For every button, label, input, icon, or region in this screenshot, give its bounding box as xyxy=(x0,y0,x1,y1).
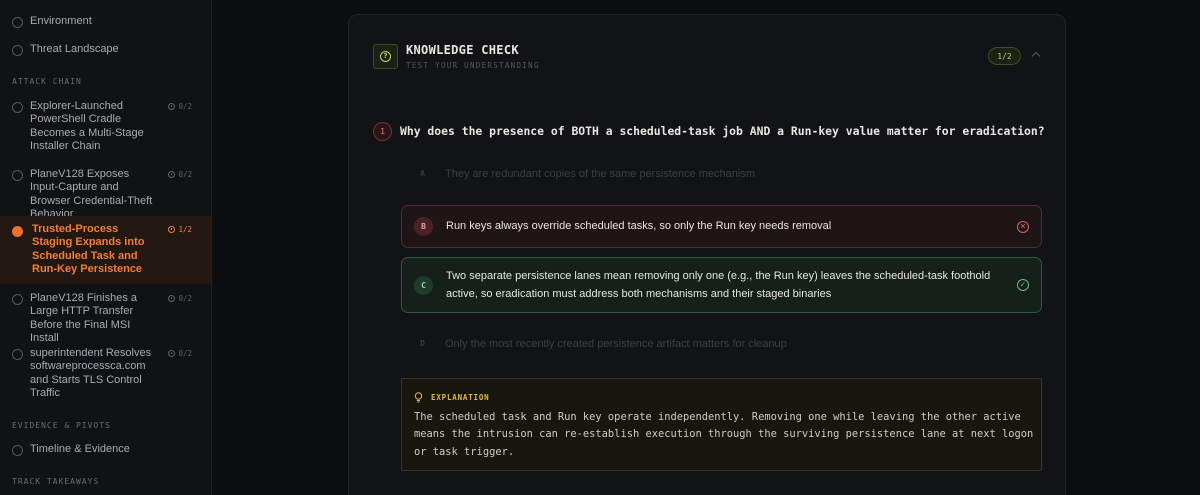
knowledge-check-card: ? KNOWLEDGE CHECK TEST YOUR UNDERSTANDIN… xyxy=(348,14,1066,495)
progress-badge: 1/2 xyxy=(988,47,1021,65)
option-letter: B xyxy=(414,217,433,236)
sidebar-item-label: superintendent Resolves softwareprocessc… xyxy=(30,347,152,400)
sidebar-item-timeline[interactable]: Timeline & Evidence xyxy=(0,438,211,462)
sidebar-item-label: Threat Landscape xyxy=(30,43,119,55)
circle-icon xyxy=(12,226,23,237)
progress-text: 1/2 xyxy=(178,225,192,234)
progress-text: 0/2 xyxy=(178,294,192,303)
option-text: They are redundant copies of the same pe… xyxy=(445,168,755,180)
explanation-label: EXPLANATION xyxy=(431,393,490,402)
option-letter: C xyxy=(414,276,433,295)
clock-icon xyxy=(168,295,176,302)
explanation-box: EXPLANATION The scheduled task and Run k… xyxy=(401,378,1042,471)
sidebar-item-environment[interactable]: Environment xyxy=(0,10,211,34)
question-text: Why does the presence of BOTH a schedule… xyxy=(400,124,1045,138)
sidebar-item-attack-2[interactable]: PlaneV128 Exposes Input-Capture and Brow… xyxy=(0,164,211,220)
section-label-evidence: EVIDENCE & PIVOTS xyxy=(12,421,111,430)
answer-option-b[interactable]: B Run keys always override scheduled tas… xyxy=(401,205,1042,248)
option-text: Two separate persistence lanes mean remo… xyxy=(446,270,991,300)
clock-icon xyxy=(168,103,176,110)
progress-text: 0/2 xyxy=(178,349,192,358)
sidebar-item-label: Trusted-Process Staging Expands into Sch… xyxy=(32,223,145,276)
progress-indicator: 0/2 xyxy=(168,170,192,179)
option-letter: A xyxy=(420,169,425,178)
x-circle-icon: ✕ xyxy=(1017,221,1029,233)
sidebar-item-label: Environment xyxy=(30,15,92,27)
progress-text: 0/2 xyxy=(178,170,192,179)
section-label-takeaways: TRACK TAKEAWAYS xyxy=(12,477,100,486)
sidebar-item-label: Explorer-Launched PowerShell Cradle Beco… xyxy=(30,100,144,153)
explanation-text: The scheduled task and Run key operate i… xyxy=(414,411,1034,458)
sidebar-item-threat-landscape[interactable]: Threat Landscape xyxy=(0,38,211,62)
circle-icon xyxy=(12,45,23,56)
check-circle-icon: ✓ xyxy=(1017,279,1029,291)
circle-icon xyxy=(12,17,23,28)
sidebar-item-attack-5[interactable]: superintendent Resolves softwareprocessc… xyxy=(0,342,211,404)
circle-icon xyxy=(12,102,23,113)
clock-icon xyxy=(168,350,176,357)
option-text: Only the most recently created persisten… xyxy=(445,338,787,350)
progress-indicator: 0/2 xyxy=(168,294,192,303)
clock-icon xyxy=(168,226,176,233)
option-text: Run keys always override scheduled tasks… xyxy=(446,220,832,232)
sidebar-item-attack-4[interactable]: PlaneV128 Finishes a Large HTTP Transfer… xyxy=(0,288,211,344)
circle-icon xyxy=(12,294,23,305)
knowledge-check-subtitle: TEST YOUR UNDERSTANDING xyxy=(406,61,540,70)
option-letter: D xyxy=(420,339,425,348)
chevron-up-icon[interactable] xyxy=(1031,51,1041,61)
circle-icon xyxy=(12,349,23,360)
sidebar-item-label: PlaneV128 Exposes Input-Capture and Brow… xyxy=(30,168,153,221)
lightbulb-icon xyxy=(414,392,423,403)
sidebar-item-attack-3-active[interactable]: Trusted-Process Staging Expands into Sch… xyxy=(0,216,211,284)
clock-icon xyxy=(168,171,176,178)
sidebar-item-label: Timeline & Evidence xyxy=(30,443,130,455)
question-circle-icon: ? xyxy=(373,44,398,69)
knowledge-check-title: KNOWLEDGE CHECK xyxy=(406,43,519,57)
question-number-badge: 1 xyxy=(373,122,392,141)
answer-option-d[interactable]: D Only the most recently created persist… xyxy=(401,332,1042,356)
answer-option-c[interactable]: C Two separate persistence lanes mean re… xyxy=(401,257,1042,313)
progress-indicator: 1/2 xyxy=(168,225,192,234)
progress-indicator: 0/2 xyxy=(168,102,192,111)
progress-indicator: 0/2 xyxy=(168,349,192,358)
answer-option-a[interactable]: A They are redundant copies of the same … xyxy=(401,162,1042,186)
progress-text: 0/2 xyxy=(178,102,192,111)
sidebar-item-label: PlaneV128 Finishes a Large HTTP Transfer… xyxy=(30,292,138,345)
circle-icon xyxy=(12,445,23,456)
sidebar: Environment Threat Landscape ATTACK CHAI… xyxy=(0,0,212,495)
section-label-attack-chain: ATTACK CHAIN xyxy=(12,77,82,86)
sidebar-item-attack-1[interactable]: Explorer-Launched PowerShell Cradle Beco… xyxy=(0,96,211,158)
circle-icon xyxy=(12,170,23,181)
